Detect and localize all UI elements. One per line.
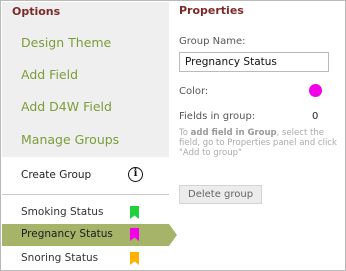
properties-heading: Properties bbox=[179, 4, 244, 17]
group-item-snoring-status[interactable]: Snoring Status bbox=[2, 248, 169, 270]
group-item-smoking-status[interactable]: Smoking Status bbox=[2, 202, 169, 224]
menu-manage-groups[interactable]: Manage Groups bbox=[21, 132, 119, 147]
bookmark-icon bbox=[130, 228, 139, 241]
group-label: Smoking Status bbox=[21, 206, 104, 218]
properties-panel: Properties Group Name: Color: Fields in … bbox=[171, 1, 346, 271]
bookmark-icon bbox=[130, 252, 139, 265]
group-name-input[interactable] bbox=[179, 52, 329, 72]
bookmark-icon bbox=[130, 206, 139, 219]
options-heading: Options bbox=[12, 5, 61, 18]
hint-prefix: To bbox=[179, 128, 191, 138]
menu-design-theme[interactable]: Design Theme bbox=[21, 35, 111, 50]
group-label: Pregnancy Status bbox=[21, 228, 113, 240]
color-label: Color: bbox=[179, 86, 209, 97]
fields-in-group-label: Fields in group: bbox=[179, 111, 256, 122]
group-name-label: Group Name: bbox=[179, 36, 246, 47]
group-item-pregnancy-status[interactable]: Pregnancy Status bbox=[2, 224, 177, 246]
options-panel: Options Design Theme Add Field Add D4W F… bbox=[2, 2, 177, 271]
divider bbox=[2, 194, 169, 195]
hint-bold: add field in Group bbox=[190, 128, 277, 138]
color-swatch[interactable] bbox=[309, 84, 322, 97]
info-icon[interactable]: i bbox=[128, 167, 143, 182]
create-group-label[interactable]: Create Group bbox=[21, 169, 91, 181]
menu-add-field[interactable]: Add Field bbox=[21, 67, 78, 82]
window-frame: Options Design Theme Add Field Add D4W F… bbox=[0, 0, 346, 271]
menu-add-d4w-field[interactable]: Add D4W Field bbox=[21, 99, 112, 114]
add-field-hint: To add field in Group, select the field,… bbox=[179, 128, 337, 158]
delete-group-button[interactable]: Delete group bbox=[179, 185, 263, 204]
fields-count: 0 bbox=[312, 111, 319, 122]
options-menu: Options Design Theme Add Field Add D4W F… bbox=[2, 2, 169, 157]
create-group-row[interactable]: Create Group i bbox=[2, 165, 169, 187]
group-label: Snoring Status bbox=[21, 252, 99, 264]
